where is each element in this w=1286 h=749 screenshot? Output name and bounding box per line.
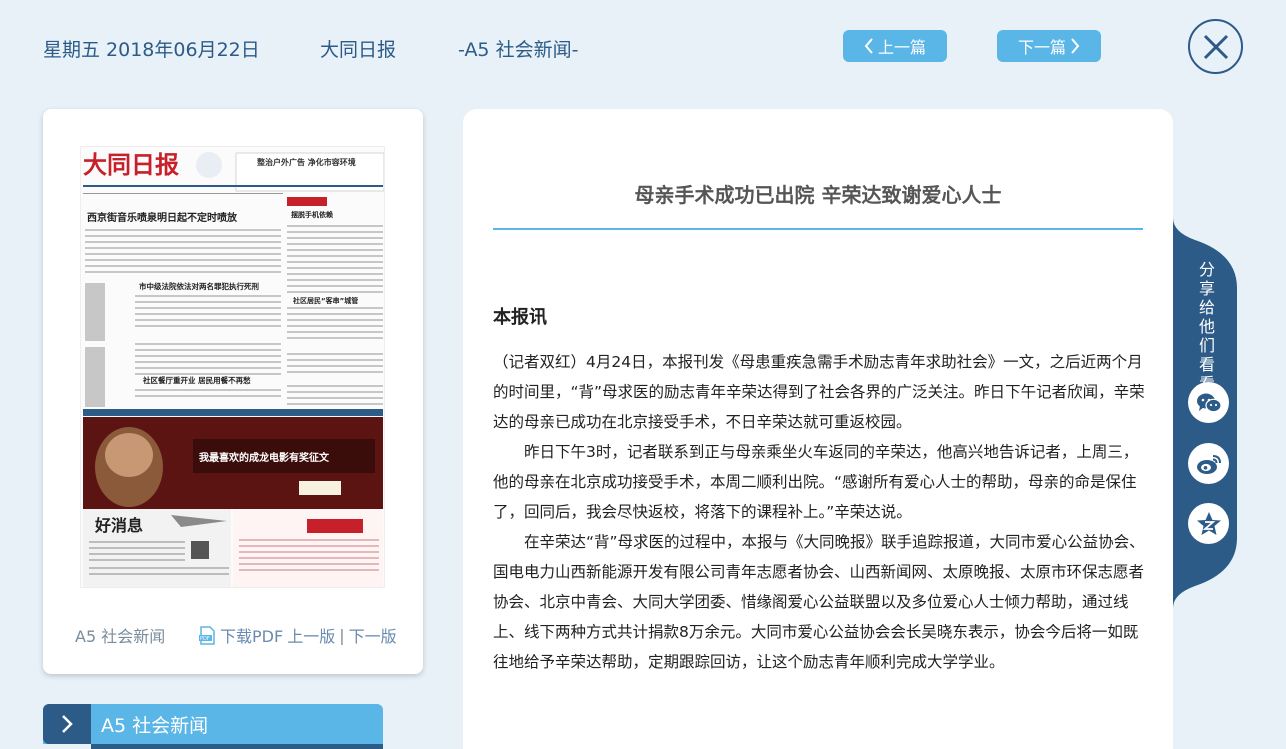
share-wechat-button[interactable]	[1188, 382, 1229, 423]
thumb-page-links: PDF 下载PDF 上一版 | 下一版	[199, 623, 397, 647]
newspaper-page-image: 大同日报 整治户外广告 净化市容环境 西京街音乐喷泉明日起不定时喷放 摆脱手机依…	[81, 147, 384, 587]
article-paragraph: （记者双红）4月24日，本报刊发《母患重疾急需手术励志青年求助社会》一文，之后近…	[493, 353, 1145, 431]
article-panel: 母亲手术成功已出院 辛荣达致谢爱心人士 本报讯 （记者双红）4月24日，本报刊发…	[463, 109, 1173, 749]
thumb-headline-4: 市中级法院依法对两名罪犯执行死刑	[139, 281, 259, 291]
page-thumbnail-card: 大同日报 整治户外广告 净化市容环境 西京街音乐喷泉明日起不定时喷放 摆脱手机依…	[43, 109, 423, 674]
thumb-headline-1: 西京街音乐喷泉明日起不定时喷放	[87, 211, 238, 224]
thumb-masthead: 大同日报	[83, 150, 179, 179]
share-weibo-button[interactable]	[1188, 443, 1229, 484]
thumb-headline-8: 好消息	[94, 516, 143, 535]
thumb-headline-2: 整治户外广告 净化市容环境	[256, 157, 356, 167]
qzone-icon	[1196, 511, 1221, 535]
share-label: 分享给他们看看	[1198, 260, 1215, 393]
prev-page-link[interactable]: 上一版	[287, 623, 335, 647]
thumb-headline-5: 社区居民“客串”城管	[292, 296, 358, 305]
article-title: 母亲手术成功已出院 辛荣达致谢爱心人士	[634, 183, 1002, 207]
close-icon	[1203, 34, 1228, 59]
article-body: （记者双红）4月24日，本报刊发《母患重疾急需手术励志青年求助社会》一文，之后近…	[493, 347, 1145, 677]
thumb-headline-3: 摆脱手机依赖	[291, 210, 333, 219]
svg-text:PDF: PDF	[200, 636, 210, 642]
page-link-separator: |	[339, 625, 345, 645]
share-qzone-button[interactable]	[1188, 503, 1229, 544]
thumb-headline-6: 社区餐厅重开业 居民用餐不再愁	[142, 375, 251, 385]
next-article-button[interactable]: 下一篇	[997, 30, 1101, 62]
prev-article-label: 上一篇	[877, 38, 926, 57]
next-article-label: 下一篇	[1017, 38, 1066, 57]
thumb-section-label: A5 社会新闻	[75, 627, 166, 646]
pdf-icon: PDF	[199, 625, 215, 645]
paper-name: 大同日报	[320, 39, 397, 61]
article-dateline: 本报讯	[493, 307, 547, 328]
share-rail: 分享给他们看看	[1173, 218, 1237, 608]
chevron-right-icon	[62, 715, 73, 733]
article-paragraph: 在辛荣达“背”母求医的过程中，本报与《大同晚报》联手追踪报道，大同市爱心公益协会…	[493, 533, 1145, 671]
section-tab-label: A5 社会新闻	[101, 715, 209, 737]
wechat-icon	[1196, 393, 1222, 412]
prev-article-button[interactable]: 上一篇	[843, 30, 947, 62]
newspaper-page-thumbnail[interactable]: 大同日报 整治户外广告 净化市容环境 西京街音乐喷泉明日起不定时喷放 摆脱手机依…	[80, 146, 385, 588]
section-tab-arrow	[43, 704, 91, 744]
next-page-link[interactable]: 下一版	[349, 623, 397, 647]
article-paragraph: 昨日下午3时，记者联系到正与母亲乘坐火车返同的辛荣达，他高兴地告诉记者，上周三，…	[493, 443, 1139, 521]
issue-date: 星期五 2018年06月22日	[43, 39, 260, 61]
chevron-right-icon	[1071, 38, 1080, 54]
download-pdf-link[interactable]: 下载PDF	[220, 623, 283, 647]
section-name: -A5 社会新闻-	[458, 39, 579, 61]
title-divider	[493, 228, 1143, 230]
chevron-left-icon	[864, 38, 873, 54]
close-button[interactable]	[1188, 19, 1243, 74]
section-tab[interactable]: A5 社会新闻	[43, 704, 383, 744]
section-tab-underline	[91, 744, 383, 749]
thumb-headline-7: 我最喜欢的成龙电影有奖征文	[199, 451, 330, 464]
weibo-icon	[1196, 454, 1221, 474]
